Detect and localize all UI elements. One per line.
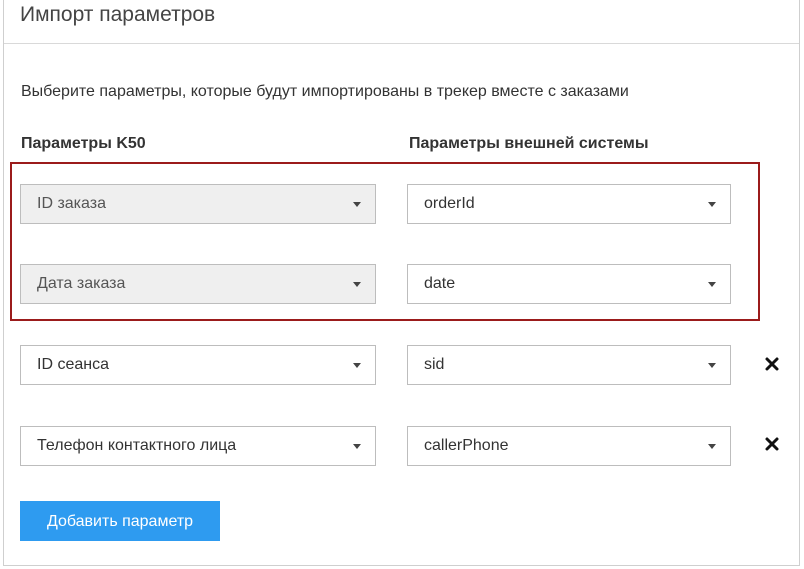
select-value: ID заказа (37, 195, 106, 212)
external-param-select[interactable]: date (407, 264, 731, 304)
caret-down-icon (708, 282, 716, 287)
remove-row-button[interactable] (764, 436, 780, 452)
external-param-select[interactable]: orderId (407, 184, 731, 224)
external-param-select[interactable]: callerPhone (407, 426, 731, 466)
external-param-select[interactable]: sid (407, 345, 731, 385)
select-value: ID сеанса (37, 356, 109, 373)
select-value: Телефон контактного лица (37, 437, 237, 454)
k50-param-select: Дата заказа (20, 264, 376, 304)
caret-down-icon (353, 444, 361, 449)
column-header-k50: Параметры K50 (21, 135, 146, 152)
caret-down-icon (708, 444, 716, 449)
remove-row-button[interactable] (764, 356, 780, 372)
caret-down-icon (708, 202, 716, 207)
select-value: date (424, 275, 456, 292)
close-icon (765, 357, 779, 371)
close-icon (765, 437, 779, 451)
select-value: callerPhone (424, 437, 509, 454)
import-params-panel: Импорт параметров Выберите параметры, ко… (3, 0, 800, 566)
column-header-external: Параметры внешней системы (409, 135, 649, 152)
caret-down-icon (708, 363, 716, 368)
k50-param-select[interactable]: ID сеанса (20, 345, 376, 385)
select-value: Дата заказа (37, 275, 126, 292)
page-title: Импорт параметров (20, 3, 216, 26)
description-text: Выберите параметры, которые будут импорт… (21, 83, 629, 100)
add-parameter-button[interactable]: Добавить параметр (20, 501, 220, 541)
caret-down-icon (353, 363, 361, 368)
select-value: sid (424, 356, 445, 373)
select-value: orderId (424, 195, 475, 212)
caret-down-icon (353, 282, 361, 287)
panel-header: Импорт параметров (4, 0, 799, 44)
k50-param-select[interactable]: Телефон контактного лица (20, 426, 376, 466)
k50-param-select: ID заказа (20, 184, 376, 224)
caret-down-icon (353, 202, 361, 207)
